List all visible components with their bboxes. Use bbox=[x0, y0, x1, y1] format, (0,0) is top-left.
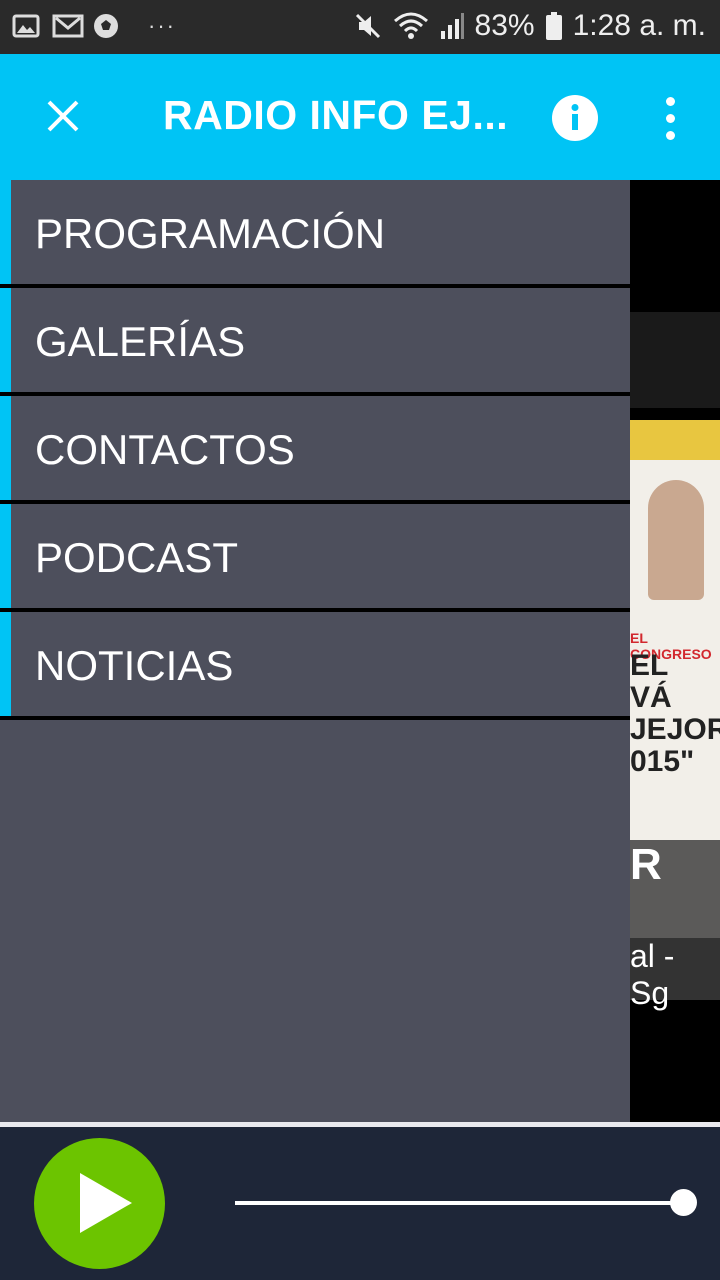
volume-slider-track[interactable] bbox=[235, 1201, 685, 1205]
menu-item-accent bbox=[0, 180, 11, 284]
mute-icon bbox=[353, 11, 383, 41]
soccer-ball-icon bbox=[92, 12, 120, 40]
menu-item-accent bbox=[0, 612, 11, 716]
play-icon bbox=[80, 1173, 132, 1233]
app-bar: RADIO INFO EJ... bbox=[0, 54, 720, 180]
menu-item-programacion[interactable]: PROGRAMACIÓN bbox=[0, 180, 630, 288]
menu-item-galerias[interactable]: GALERÍAS bbox=[0, 288, 630, 396]
menu-item-contactos[interactable]: CONTACTOS bbox=[0, 396, 630, 504]
menu-item-label: GALERÍAS bbox=[35, 318, 246, 365]
more-notifications-dots: ··· bbox=[148, 13, 176, 38]
battery-percent: 83% bbox=[474, 9, 535, 42]
menu-item-label: PROGRAMACIÓN bbox=[35, 210, 386, 257]
play-button[interactable] bbox=[34, 1138, 165, 1269]
wifi-icon bbox=[393, 11, 429, 41]
status-bar: ··· 83% 1:28 a. m. bbox=[0, 0, 720, 54]
signal-icon bbox=[439, 11, 465, 41]
battery-icon bbox=[545, 11, 563, 41]
more-dot-icon bbox=[665, 96, 675, 106]
info-icon bbox=[552, 95, 598, 141]
close-icon bbox=[47, 100, 79, 132]
menu-item-label: NOTICIAS bbox=[35, 642, 234, 689]
gallery-icon bbox=[12, 12, 40, 40]
more-dot-icon bbox=[665, 113, 675, 123]
menu-item-label: CONTACTOS bbox=[35, 426, 295, 473]
menu-item-accent bbox=[0, 288, 11, 392]
gmail-icon bbox=[52, 12, 84, 40]
menu-item-accent bbox=[0, 396, 11, 500]
close-drawer-button[interactable] bbox=[32, 85, 94, 147]
more-dot-icon bbox=[665, 130, 675, 140]
cover-big-text: EL VÁ JEJOR 015" bbox=[630, 649, 720, 778]
cover-caption: R bbox=[630, 840, 720, 940]
overflow-menu-button[interactable] bbox=[650, 90, 690, 146]
app-title: RADIO INFO EJ... bbox=[163, 92, 509, 138]
clock: 1:28 a. m. bbox=[572, 9, 706, 42]
menu-item-accent bbox=[0, 504, 11, 608]
info-button[interactable] bbox=[552, 95, 598, 141]
menu-item-noticias[interactable]: NOTICIAS bbox=[0, 612, 630, 720]
audio-player bbox=[0, 1127, 720, 1280]
volume-slider-thumb[interactable] bbox=[670, 1189, 697, 1216]
menu-item-podcast[interactable]: PODCAST bbox=[0, 504, 630, 612]
menu-item-label: PODCAST bbox=[35, 534, 239, 581]
background-bottom-text: al - Sg bbox=[630, 938, 720, 1011]
navigation-drawer: PROGRAMACIÓN GALERÍAS CONTACTOS PODCAST … bbox=[0, 180, 630, 1124]
